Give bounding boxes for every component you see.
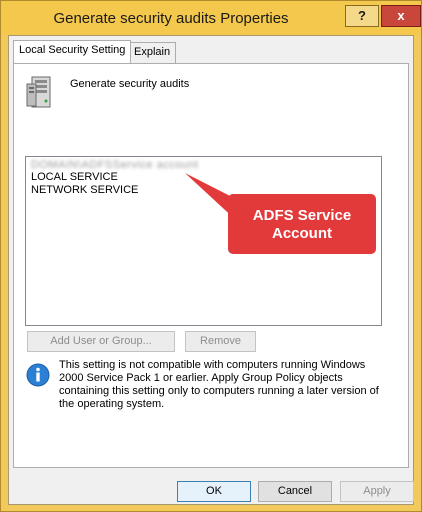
remove-button[interactable]: Remove	[185, 331, 256, 352]
server-icon	[26, 76, 51, 108]
cancel-button[interactable]: Cancel	[258, 481, 332, 502]
tab-panel: Generate security audits DOMAIN\ADFSServ…	[13, 63, 409, 468]
apply-button[interactable]: Apply	[340, 481, 414, 502]
tab-explain[interactable]: Explain	[128, 42, 177, 63]
annotation-line-2: Account	[272, 225, 332, 242]
close-button[interactable]: x	[381, 5, 421, 27]
help-button[interactable]: ?	[345, 5, 379, 27]
annotation-line-1: ADFS Service	[252, 207, 352, 224]
tab-local-security-setting[interactable]: Local Security Setting	[13, 40, 132, 63]
title-bar[interactable]: Generate security audits Properties ? x	[1, 1, 421, 35]
ok-button[interactable]: OK	[177, 481, 251, 502]
policy-name: Generate security audits	[70, 78, 190, 90]
window-title: Generate security audits Properties	[53, 10, 289, 27]
info-icon	[26, 363, 50, 387]
list-item[interactable]: LOCAL SERVICE	[31, 171, 118, 183]
compatibility-note: This setting is not compatible with comp…	[59, 359, 379, 410]
add-user-or-group-button[interactable]: Add User or Group...	[27, 331, 175, 352]
redacted-account[interactable]: DOMAIN\ADFSService account	[31, 159, 199, 171]
dialog-client: Local Security Setting Explain Generate …	[8, 35, 414, 505]
list-item[interactable]: NETWORK SERVICE	[31, 184, 138, 196]
annotation-text: ADFS Service Account	[231, 207, 373, 243]
